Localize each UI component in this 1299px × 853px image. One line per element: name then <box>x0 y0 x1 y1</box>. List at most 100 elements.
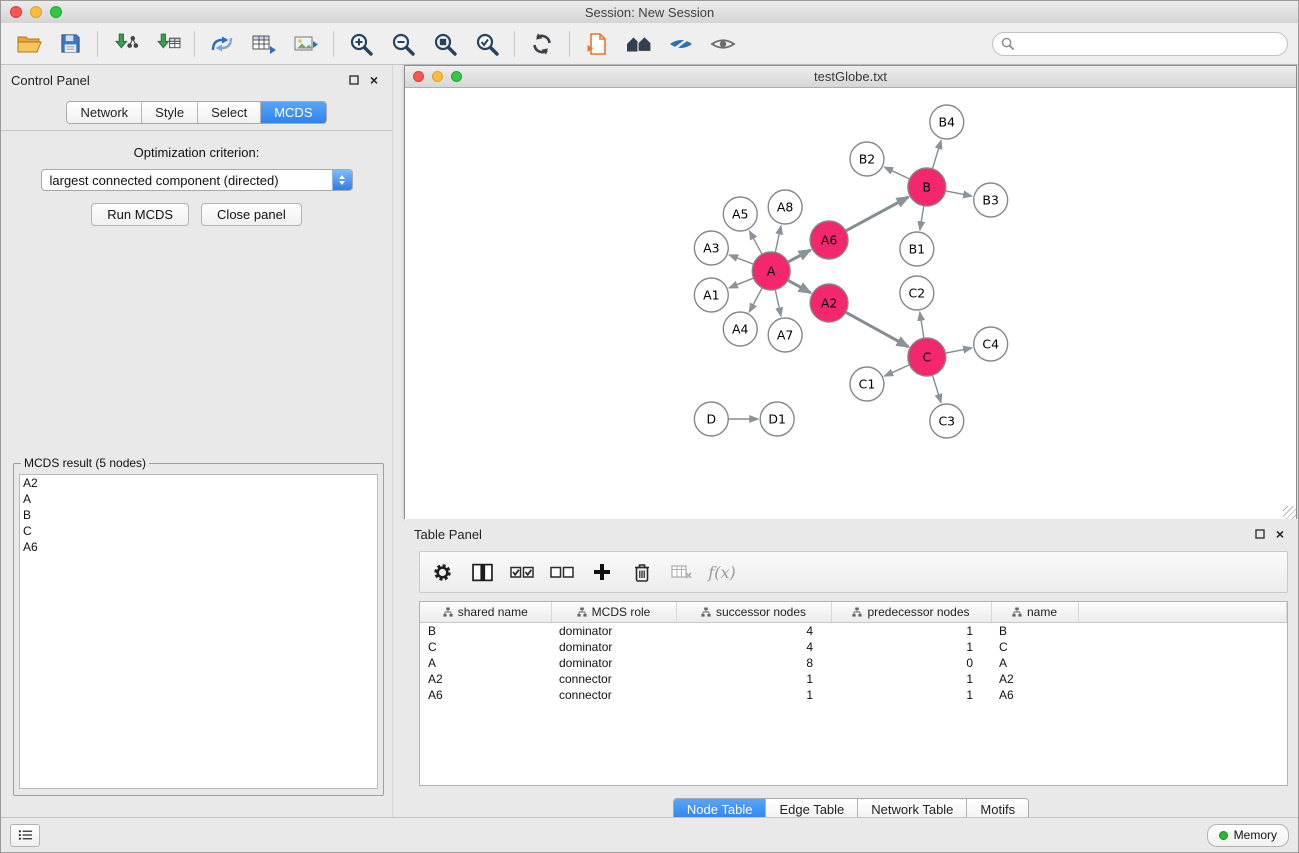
table-row[interactable]: Adominator80A <box>420 655 1287 671</box>
show-details-button[interactable] <box>706 28 740 60</box>
graph-node-A1[interactable]: A1 <box>694 278 728 312</box>
graph-edge-A-A5[interactable] <box>749 231 762 255</box>
table-cell[interactable]: 4 <box>676 623 831 640</box>
close-panel-button[interactable]: × <box>366 72 382 88</box>
zoom-in-button[interactable] <box>344 28 378 60</box>
column-header-predecessor-nodes[interactable]: predecessor nodes <box>831 602 991 623</box>
graph-node-A[interactable]: A <box>752 252 790 290</box>
tab-network[interactable]: Network <box>67 102 141 123</box>
graph-edge-A2-C[interactable] <box>846 312 909 347</box>
column-header-shared-name[interactable]: shared name <box>420 602 551 623</box>
table-row[interactable]: Cdominator41C <box>420 639 1287 655</box>
table-cell[interactable]: 1 <box>831 623 991 640</box>
table-cell[interactable]: dominator <box>551 655 676 671</box>
table-cell[interactable]: A6 <box>991 687 1078 703</box>
window-resize-grip[interactable] <box>1283 506 1296 519</box>
report-button[interactable] <box>580 28 614 60</box>
graph-node-C4[interactable]: C4 <box>974 327 1008 361</box>
mcds-result-item[interactable]: C <box>20 523 377 539</box>
tab-style[interactable]: Style <box>141 102 197 123</box>
graph-edge-A-A2[interactable] <box>788 280 811 293</box>
graph-node-A7[interactable]: A7 <box>768 318 802 352</box>
table-cell[interactable]: A2 <box>991 671 1078 687</box>
tab-select[interactable]: Select <box>197 102 260 123</box>
graph-edge-A-A8[interactable] <box>775 226 781 253</box>
graph-node-C2[interactable]: C2 <box>900 276 934 310</box>
graph-node-D[interactable]: D <box>694 402 728 436</box>
optimization-criterion-select[interactable]: largest connected component (directed) <box>41 169 353 191</box>
graph-node-A3[interactable]: A3 <box>694 231 728 265</box>
memory-button[interactable]: Memory <box>1207 824 1289 847</box>
graph-edge-B-B2[interactable] <box>884 167 910 179</box>
graph-edge-B-B3[interactable] <box>945 191 972 196</box>
graph-edge-A-A4[interactable] <box>749 288 762 312</box>
table-cell[interactable]: 0 <box>831 655 991 671</box>
graph-edge-C-C2[interactable] <box>920 312 924 338</box>
search-input[interactable] <box>1019 36 1279 52</box>
float-panel-button[interactable] <box>346 72 362 88</box>
import-network-button[interactable] <box>108 28 142 60</box>
graph-node-B1[interactable]: B1 <box>900 232 934 266</box>
graph-edge-A-A7[interactable] <box>775 290 781 317</box>
mcds-result-item[interactable]: A2 <box>20 475 377 491</box>
column-header-MCDS-role[interactable]: MCDS role <box>551 602 676 623</box>
table-cell[interactable]: dominator <box>551 639 676 655</box>
zoom-selected-button[interactable] <box>470 28 504 60</box>
mcds-result-item[interactable]: A <box>20 491 377 507</box>
show-columns-button[interactable] <box>470 559 494 585</box>
home-button[interactable] <box>622 28 656 60</box>
table-cell[interactable]: 4 <box>676 639 831 655</box>
task-history-button[interactable] <box>10 824 40 847</box>
table-cell[interactable]: 1 <box>676 687 831 703</box>
table-cell[interactable]: C <box>991 639 1078 655</box>
table-cell[interactable]: 1 <box>831 639 991 655</box>
create-column-button[interactable] <box>590 559 614 585</box>
table-cell[interactable]: connector <box>551 671 676 687</box>
network-canvas[interactable]: AA1A2A3A4A5A6A7A8BB1B2B3B4CC1C2C3C4DD1 <box>405 88 1296 519</box>
zoom-out-button[interactable] <box>386 28 420 60</box>
table-cell[interactable]: A2 <box>420 671 551 687</box>
search-box[interactable] <box>992 32 1288 56</box>
table-close-panel-button[interactable]: × <box>1272 526 1288 542</box>
delete-table-button[interactable] <box>670 559 694 585</box>
graph-node-D1[interactable]: D1 <box>760 402 794 436</box>
graph-node-C1[interactable]: C1 <box>850 367 884 401</box>
table-cell[interactable]: A6 <box>420 687 551 703</box>
table-float-panel-button[interactable] <box>1252 526 1268 542</box>
import-table-button[interactable] <box>150 28 184 60</box>
table-settings-button[interactable] <box>430 559 454 585</box>
table-cell[interactable]: connector <box>551 687 676 703</box>
graph-node-A5[interactable]: A5 <box>723 197 757 231</box>
graph-node-A8[interactable]: A8 <box>768 190 802 224</box>
graph-edge-A6-B[interactable] <box>846 197 909 231</box>
graph-edge-C-C1[interactable] <box>884 365 909 376</box>
close-panel-action-button[interactable]: Close panel <box>201 203 302 226</box>
table-cell[interactable]: B <box>420 623 551 640</box>
mcds-result-item[interactable]: A6 <box>20 539 377 555</box>
zoom-fit-button[interactable] <box>428 28 462 60</box>
graph-node-C[interactable]: C <box>908 338 946 376</box>
graph-node-B2[interactable]: B2 <box>850 142 884 176</box>
node-table[interactable]: shared nameMCDS rolesuccessor nodesprede… <box>419 601 1288 786</box>
delete-column-button[interactable] <box>630 559 654 585</box>
table-cell[interactable]: C <box>420 639 551 655</box>
graph-node-A2[interactable]: A2 <box>810 284 848 322</box>
network-from-table-button[interactable] <box>247 28 281 60</box>
table-cell[interactable]: A <box>420 655 551 671</box>
graph-node-C3[interactable]: C3 <box>930 404 964 438</box>
graph-edge-A-A1[interactable] <box>729 278 754 288</box>
table-cell[interactable]: dominator <box>551 623 676 640</box>
apply-layout-button[interactable] <box>525 28 559 60</box>
tab-mcds[interactable]: MCDS <box>260 102 325 123</box>
graph-node-B[interactable]: B <box>908 168 946 206</box>
network-graph[interactable]: AA1A2A3A4A5A6A7A8BB1B2B3B4CC1C2C3C4DD1 <box>405 88 1296 519</box>
graph-edge-B-B1[interactable] <box>920 206 924 230</box>
save-session-button[interactable] <box>53 28 87 60</box>
hide-details-button[interactable] <box>664 28 698 60</box>
table-cell[interactable]: A <box>991 655 1078 671</box>
graph-node-A4[interactable]: A4 <box>723 312 757 346</box>
column-header-name[interactable]: name <box>991 602 1078 623</box>
table-cell[interactable]: 1 <box>831 687 991 703</box>
graph-edge-C-C3[interactable] <box>932 375 941 403</box>
function-builder-button[interactable]: f(x) <box>710 559 734 585</box>
